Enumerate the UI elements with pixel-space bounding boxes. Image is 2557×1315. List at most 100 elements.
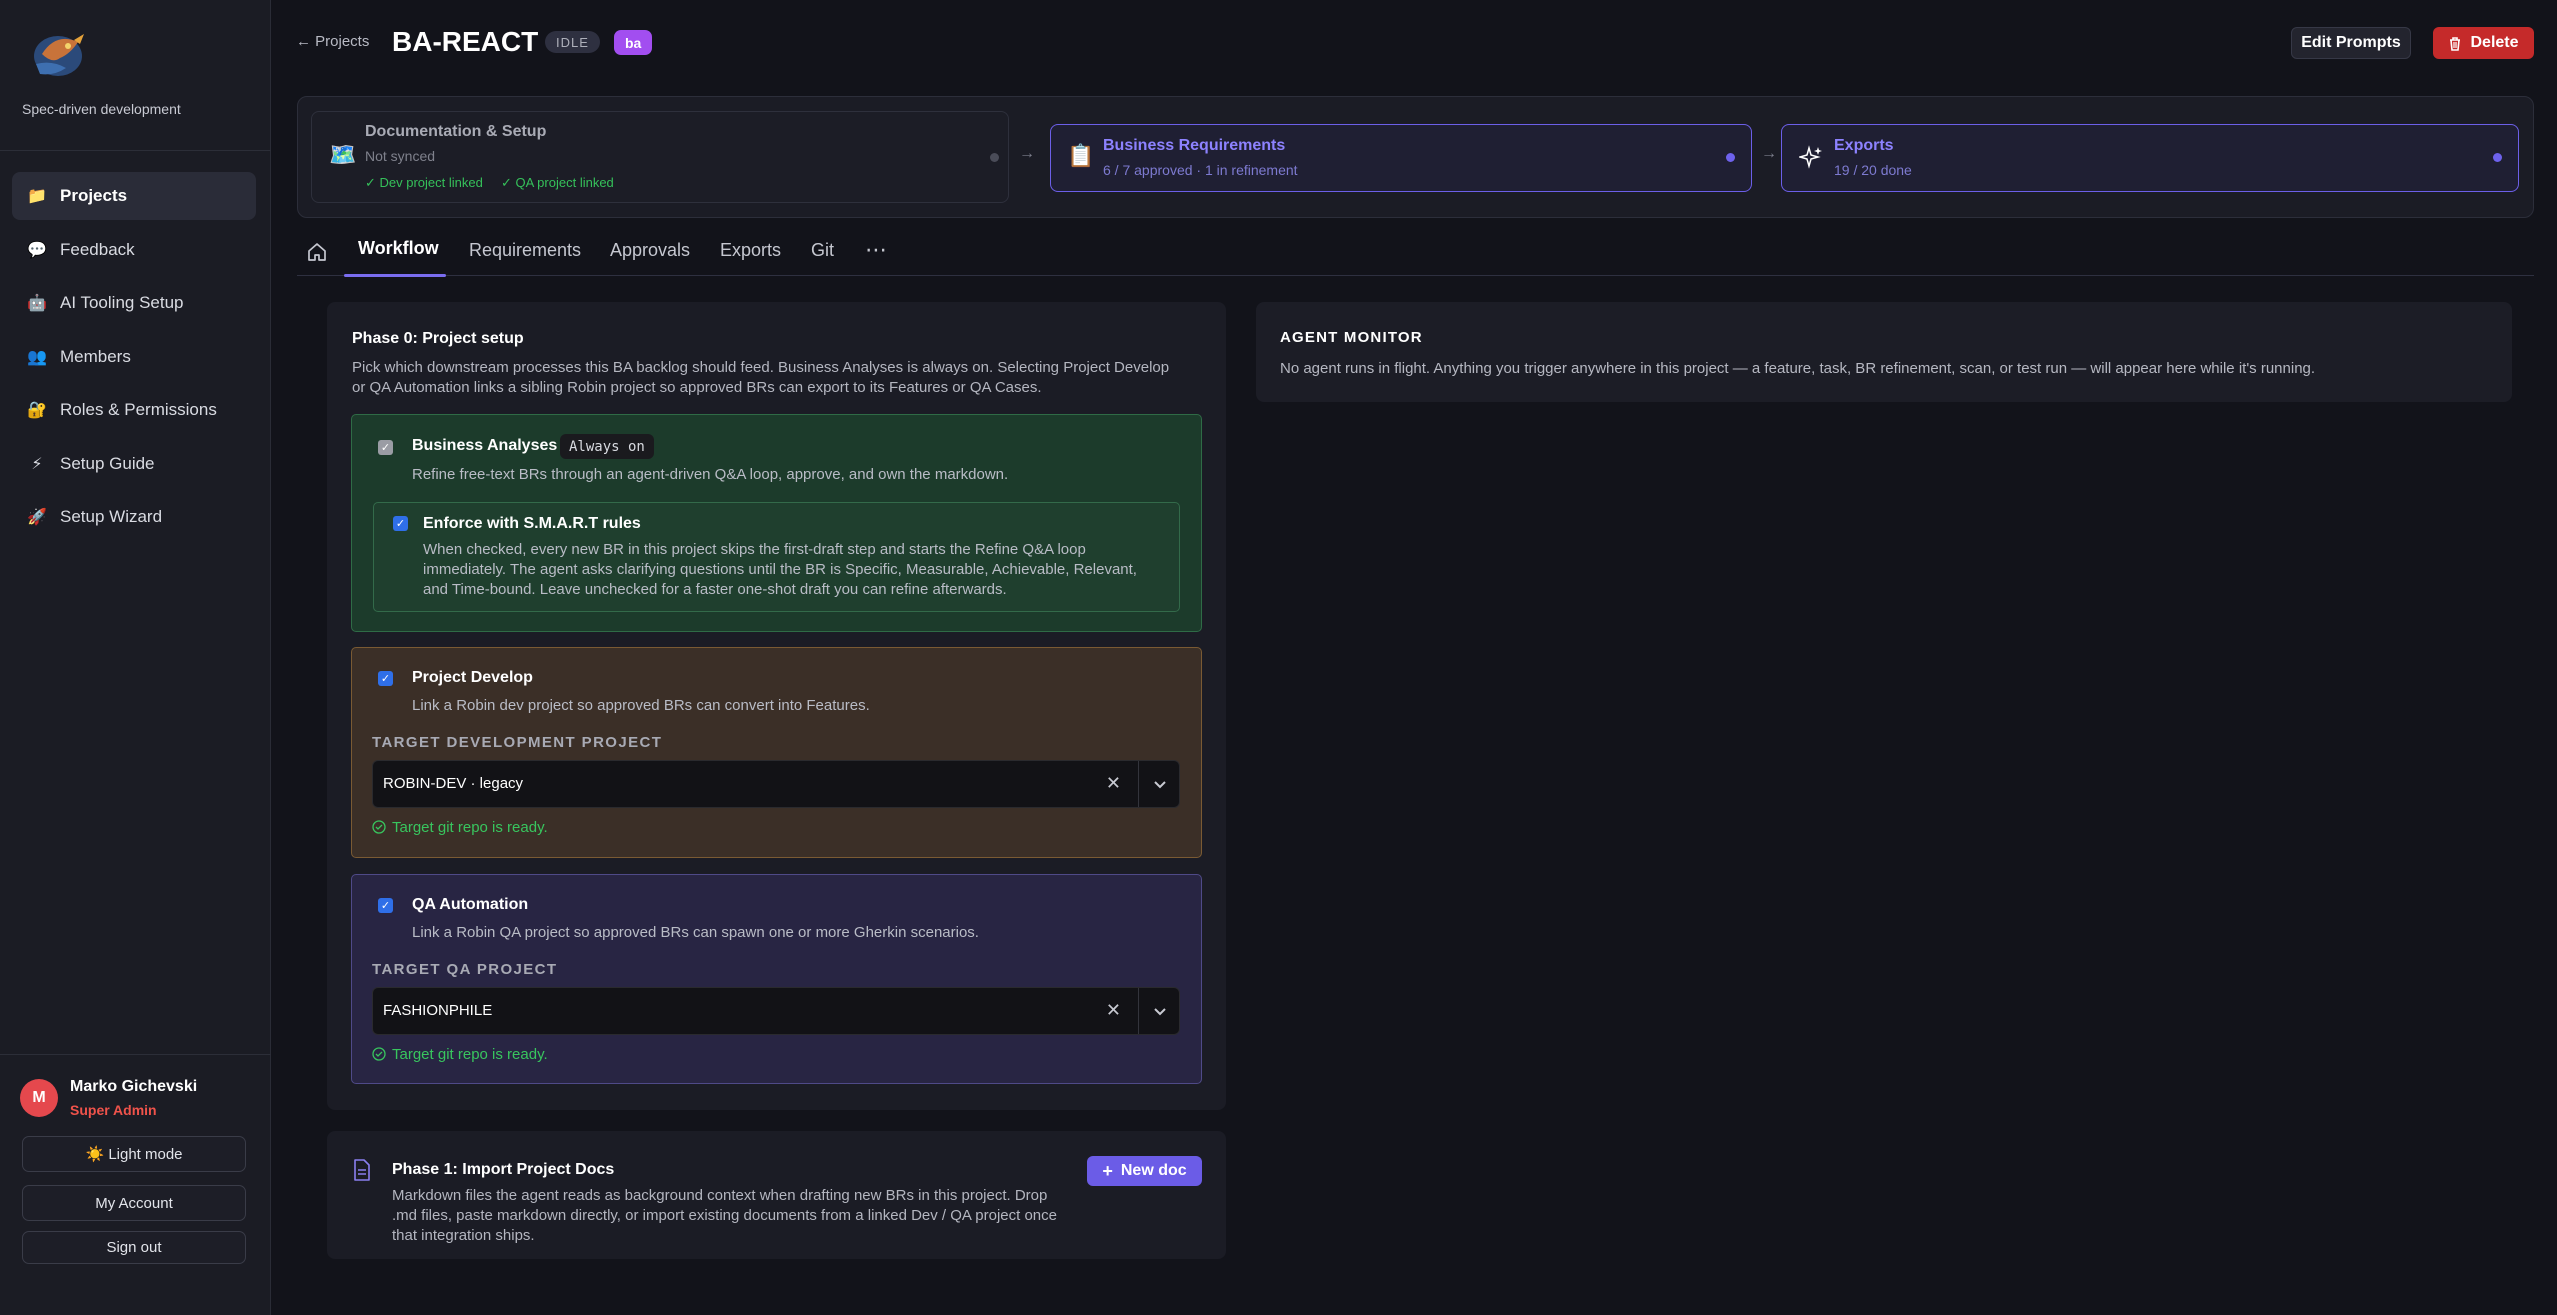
- stage-business-requirements[interactable]: 📋 Business Requirements 6 / 7 approved ·…: [1050, 124, 1752, 192]
- sign-out-button[interactable]: Sign out: [22, 1231, 246, 1264]
- tab-git[interactable]: Git: [811, 240, 834, 261]
- qa-automation-card: ✓ QA Automation Link a Robin QA project …: [351, 874, 1202, 1084]
- sidebar-item-setup-wizard[interactable]: 🚀 Setup Wizard: [12, 493, 256, 541]
- card-description: When checked, every new BR in this proje…: [423, 541, 1137, 598]
- sidebar: Spec-driven development 📁 Projects 💬 Feedb…: [0, 0, 271, 1315]
- plus-icon: +: [1102, 1160, 1113, 1181]
- stage-documentation-setup[interactable]: 🗺️ Documentation & Setup Not synced ✓ De…: [311, 111, 1009, 203]
- divider: [0, 1054, 271, 1055]
- home-icon[interactable]: [305, 240, 329, 264]
- stage-exports[interactable]: Exports 19 / 20 done: [1781, 124, 2519, 192]
- robin-logo: [34, 34, 84, 76]
- status-badge: IDLE: [545, 31, 600, 53]
- tab-approvals[interactable]: Approvals: [610, 240, 690, 261]
- clear-icon[interactable]: ✕: [1106, 1000, 1121, 1021]
- qa-automation-checkbox[interactable]: ✓: [378, 898, 393, 913]
- project-develop-card: ✓ Project Develop Link a Robin dev proje…: [351, 647, 1202, 858]
- rocket-icon: 🚀: [27, 509, 47, 526]
- sidebar-item-setup-guide[interactable]: ⚡ Setup Guide: [12, 440, 256, 488]
- sidebar-item-label: Setup Wizard: [60, 507, 163, 526]
- card-description: Refine free-text BRs through an agent-dr…: [412, 466, 1009, 483]
- more-tabs-icon[interactable]: ⋯: [865, 237, 887, 263]
- select-value: FASHIONPHILE: [383, 1002, 493, 1019]
- target-qa-project-select[interactable]: FASHIONPHILE ✕: [372, 987, 1180, 1035]
- target-development-project-select[interactable]: ROBIN-DEV · legacy ✕: [372, 760, 1180, 808]
- stage-status-dot: [2493, 153, 2502, 162]
- sidebar-item-label: Roles & Permissions: [60, 400, 217, 419]
- main-content: ← Projects BA-REACT IDLE ba Edit Prompts…: [272, 0, 2557, 1315]
- field-label: TARGET DEVELOPMENT PROJECT: [372, 734, 663, 751]
- delete-button[interactable]: Delete: [2433, 27, 2534, 59]
- lightning-icon: ⚡: [31, 455, 43, 473]
- always-on-badge: Always on: [560, 434, 654, 459]
- sidebar-item-projects[interactable]: 📁 Projects: [12, 172, 256, 220]
- sidebar-nav: 📁 Projects 💬 Feedback 🤖 AI Tooling Setup 👥 M…: [12, 172, 256, 547]
- edit-prompts-button[interactable]: Edit Prompts: [2291, 27, 2411, 59]
- check-circle-icon: [372, 820, 386, 834]
- card-description: Link a Robin dev project so approved BRs…: [412, 697, 870, 714]
- page-title: BA-REACT: [392, 26, 539, 57]
- select-value: ROBIN-DEV · legacy: [383, 775, 524, 792]
- phase-description: Pick which downstream processes this BA …: [352, 359, 1170, 396]
- sparkle-icon: [1799, 145, 1822, 169]
- qa-repo-ready-status: Target git repo is ready.: [372, 1046, 548, 1063]
- card-title: Enforce with S.M.A.R.T rules: [423, 515, 641, 532]
- sidebar-item-feedback[interactable]: 💬 Feedback: [12, 226, 256, 274]
- back-to-projects-link[interactable]: ← Projects: [296, 33, 369, 50]
- project-type-badge: ba: [614, 30, 653, 55]
- new-doc-button[interactable]: + New doc: [1087, 1156, 1202, 1186]
- lock-key-icon: 🔐: [27, 402, 47, 419]
- select-separator: [1138, 761, 1139, 807]
- chevron-down-icon[interactable]: [1151, 775, 1169, 793]
- dev-linked-indicator: ✓ Dev project linked: [365, 175, 483, 190]
- stage-title: Documentation & Setup: [365, 123, 547, 140]
- document-icon: [354, 1159, 370, 1181]
- panel-description: No agent runs in flight. Anything you tr…: [1280, 360, 2316, 377]
- dev-repo-ready-status: Target git repo is ready.: [372, 819, 548, 836]
- sidebar-item-ai-tooling-setup[interactable]: 🤖 AI Tooling Setup: [12, 279, 256, 327]
- field-label: TARGET QA PROJECT: [372, 961, 558, 978]
- sidebar-item-label: Projects: [60, 186, 128, 205]
- sidebar-item-label: Feedback: [60, 239, 135, 259]
- stage-title: Business Requirements: [1103, 137, 1286, 154]
- tab-workflow[interactable]: Workflow: [358, 238, 439, 259]
- smart-rules-checkbox[interactable]: ✓: [393, 516, 408, 531]
- user-name: Marko Gichevski: [70, 1078, 198, 1095]
- delete-label: Delete: [2470, 34, 2519, 51]
- arrow-right-icon: →: [1019, 145, 1035, 162]
- qa-linked-indicator: ✓ QA project linked: [501, 175, 614, 190]
- tagline: Spec-driven development: [22, 101, 181, 117]
- phase-title: Phase 1: Import Project Docs: [392, 1161, 615, 1178]
- chevron-down-icon[interactable]: [1151, 1002, 1169, 1020]
- my-account-button[interactable]: My Account: [22, 1185, 246, 1221]
- divider: [0, 150, 271, 151]
- speech-bubble-icon: 💬: [27, 241, 47, 259]
- clear-icon[interactable]: ✕: [1106, 773, 1121, 794]
- arrow-right-icon: →: [1761, 145, 1777, 162]
- tab-requirements[interactable]: Requirements: [469, 240, 581, 261]
- sidebar-item-members[interactable]: 👥 Members: [12, 333, 256, 381]
- check-circle-icon: [372, 1047, 386, 1061]
- new-doc-label: New doc: [1120, 1162, 1187, 1179]
- sidebar-item-label: AI Tooling Setup: [60, 293, 184, 312]
- phase-description: Markdown files the agent reads as backgr…: [392, 1187, 1057, 1244]
- stage-subtitle: Not synced: [365, 148, 436, 164]
- select-separator: [1138, 988, 1139, 1034]
- project-develop-checkbox[interactable]: ✓: [378, 671, 393, 686]
- sidebar-item-label: Members: [60, 346, 131, 366]
- light-mode-button[interactable]: ☀️ Light mode: [22, 1136, 246, 1172]
- page-header: ← Projects BA-REACT IDLE ba Edit Prompts…: [272, 0, 2557, 90]
- tab-bar: Workflow Requirements Approvals Exports …: [297, 230, 2534, 277]
- business-analyses-checkbox: ✓: [378, 440, 393, 455]
- people-icon: 👥: [27, 348, 47, 366]
- avatar: M: [20, 1079, 58, 1117]
- stage-subtitle: 6 / 7 approved · 1 in refinement: [1103, 162, 1298, 178]
- sidebar-item-label: Setup Guide: [60, 453, 155, 473]
- sidebar-item-roles-permissions[interactable]: 🔐 Roles & Permissions: [12, 386, 256, 434]
- agent-monitor-panel: AGENT MONITOR No agent runs in flight. A…: [1256, 302, 2512, 402]
- stage-title: Exports: [1834, 137, 1894, 154]
- folder-icon: 📁: [27, 188, 47, 205]
- tab-exports[interactable]: Exports: [720, 240, 781, 261]
- stage-subtitle: 19 / 20 done: [1834, 162, 1912, 178]
- business-analyses-card: ✓ Business Analyses Always on Refine fre…: [351, 414, 1202, 632]
